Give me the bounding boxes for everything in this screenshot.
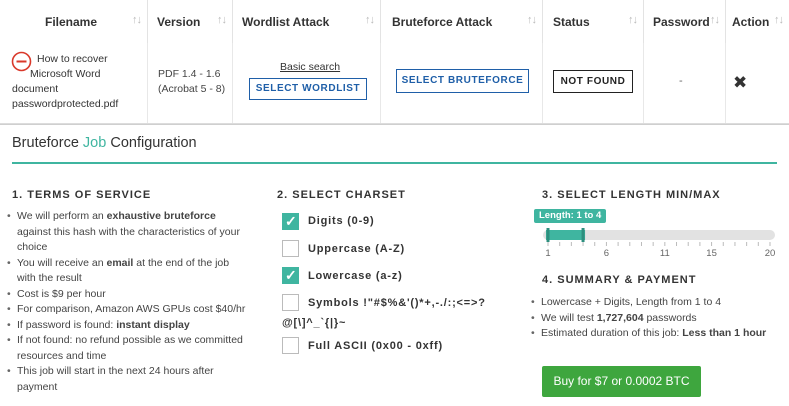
column-label: Password [653, 15, 710, 29]
column-header-password[interactable]: Password ↑↓ [644, 0, 726, 43]
terms-item: Cost is $9 per hour [7, 287, 250, 303]
column-divider [232, 43, 233, 123]
config-title: Bruteforce Job Configuration [12, 135, 197, 151]
remove-circle-icon[interactable] [11, 51, 32, 72]
digits-checkbox[interactable] [282, 213, 299, 230]
symbols-label-continued: @[\]^_`{|}~ [282, 317, 347, 329]
filename-line: passwordprotected.pdf [12, 98, 119, 110]
sort-icon[interactable]: ↑↓ [710, 14, 720, 26]
uppercase-label: Uppercase (A-Z) [308, 243, 405, 255]
sort-icon[interactable]: ↑↓ [774, 14, 784, 26]
column-divider [643, 43, 644, 123]
terms-item: If password is found: instant display [7, 318, 250, 334]
slider-tick-label: 11 [659, 248, 670, 259]
sort-icon[interactable]: ↑↓ [527, 14, 537, 26]
select-bruteforce-button[interactable]: SELECT BRUTEFORCE [396, 69, 529, 93]
delete-x-icon[interactable]: ✖ [733, 73, 747, 93]
config-title-part: Configuration [106, 135, 197, 151]
lowercase-checkbox[interactable] [282, 267, 299, 284]
charset-heading: 2. SELECT CHARSET [277, 189, 406, 201]
column-header-status[interactable]: Status ↑↓ [543, 0, 644, 43]
status-badge: NOT FOUND [553, 70, 633, 93]
symbols-label: Symbols !"#$%&'()*+,-./:;<=>? [308, 297, 486, 309]
column-divider [147, 43, 148, 123]
summary-list: Lowercase + Digits, Length from 1 to 4 W… [531, 295, 781, 342]
column-divider [542, 43, 543, 123]
column-header-filename[interactable]: Filename ↑↓ [0, 0, 148, 43]
filename-line: How to recover [37, 53, 108, 65]
full-ascii-label: Full ASCII (0x00 - 0xff) [308, 340, 443, 352]
summary-item: We will test 1,727,604 passwords [531, 311, 781, 327]
column-label: Version [157, 15, 201, 29]
config-title-part: Bruteforce [12, 135, 83, 151]
column-label: Filename [45, 15, 98, 29]
buy-button[interactable]: Buy for $7 or 0.0002 BTC [542, 366, 701, 397]
slider-tick-label: 20 [764, 248, 776, 259]
slider-min-handle[interactable] [546, 228, 550, 242]
sort-icon[interactable]: ↑↓ [217, 14, 227, 26]
lowercase-label: Lowercase (a-z) [308, 270, 403, 282]
sort-icon[interactable]: ↑↓ [365, 14, 375, 26]
terms-item: This job will start in the next 24 hours… [7, 364, 250, 395]
summary-item: Lowercase + Digits, Length from 1 to 4 [531, 295, 781, 311]
column-label: Wordlist Attack [242, 15, 330, 29]
terms-list: We will perform an exhaustive bruteforce… [7, 209, 250, 395]
column-label: Action [732, 15, 770, 29]
bruteforce-config-panel: Bruteforce Job Configuration 1. TERMS OF… [0, 124, 789, 406]
terms-item: You will receive an email at the end of … [7, 256, 250, 287]
version-line: PDF 1.4 - 1.6 [158, 68, 221, 80]
column-divider [725, 43, 726, 123]
table-header: Filename ↑↓ Version ↑↓ Wordlist Attack ↑… [0, 0, 789, 44]
table-row: How to recover Microsoft Word document p… [0, 43, 789, 124]
column-label: Status [553, 15, 590, 29]
column-header-bruteforce[interactable]: Bruteforce Attack ↑↓ [381, 0, 543, 43]
slider-range-fill [546, 230, 586, 240]
terms-item: For comparison, Amazon AWS GPUs cost $40… [7, 302, 250, 318]
filename-line: Microsoft Word [30, 68, 101, 80]
terms-heading: 1. TERMS OF SERVICE [12, 189, 152, 201]
column-header-version[interactable]: Version ↑↓ [148, 0, 233, 43]
summary-item: Estimated duration of this job: Less tha… [531, 326, 781, 342]
slider-tick-label: 1 [545, 248, 551, 259]
sort-icon[interactable]: ↑↓ [628, 14, 638, 26]
basic-search-link[interactable]: Basic search [280, 61, 340, 73]
column-label: Bruteforce Attack [392, 15, 493, 29]
full-ascii-checkbox[interactable] [282, 337, 299, 354]
digits-label: Digits (0-9) [308, 215, 375, 227]
uppercase-checkbox[interactable] [282, 240, 299, 257]
config-title-accent: Job [82, 135, 107, 151]
symbols-checkbox[interactable] [282, 294, 299, 311]
sort-icon[interactable]: ↑↓ [132, 14, 142, 26]
summary-heading: 4. SUMMARY & PAYMENT [542, 274, 697, 286]
filename-line: document [12, 83, 59, 95]
terms-item: If not found: no refund possible as we c… [7, 333, 250, 364]
slider-tick-label: 15 [706, 248, 717, 259]
slider-max-handle[interactable] [581, 228, 585, 242]
terms-item: We will perform an exhaustive bruteforce… [7, 209, 250, 256]
version-line: (Acrobat 5 - 8) [158, 83, 226, 95]
column-header-action[interactable]: Action ↑↓ [726, 0, 789, 43]
select-wordlist-button[interactable]: SELECT WORDLIST [249, 78, 367, 100]
password-value: - [679, 75, 683, 87]
length-heading: 3. SELECT LENGTH MIN/MAX [542, 189, 721, 201]
title-underline [12, 162, 777, 164]
column-header-wordlist[interactable]: Wordlist Attack ↑↓ [233, 0, 381, 43]
slider-tick-label: 6 [603, 248, 610, 259]
column-divider [380, 43, 381, 123]
